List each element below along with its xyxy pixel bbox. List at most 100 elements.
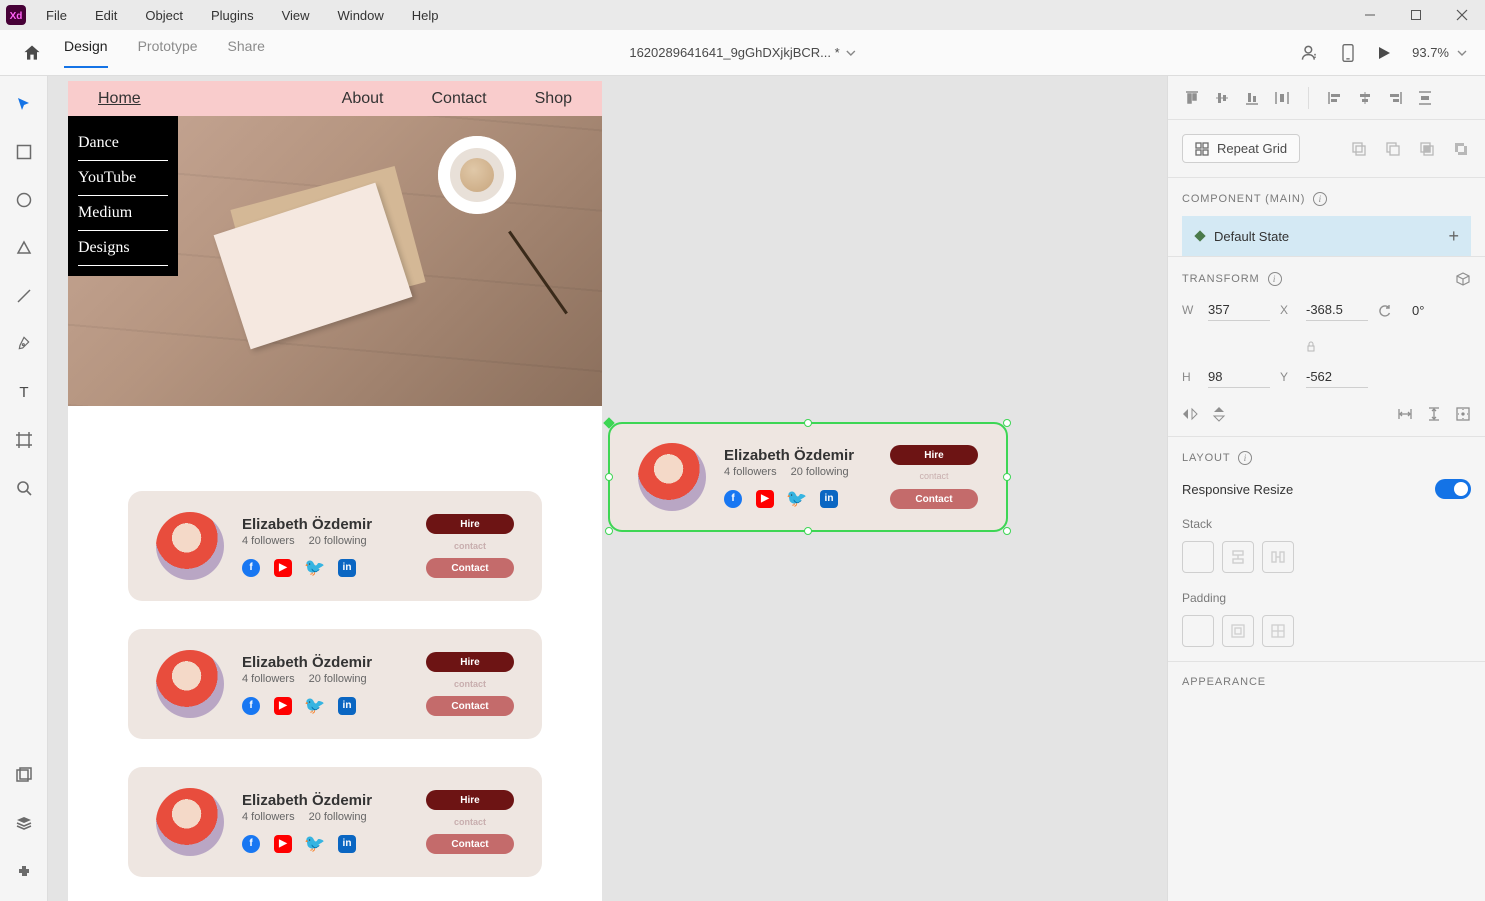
contact-button[interactable]: Contact [426,834,514,854]
artboard[interactable]: Home About Contact Shop Dance YouTube Me… [68,81,602,901]
hire-button[interactable]: Hire [890,445,978,465]
stack-vertical-button[interactable] [1222,541,1254,573]
flip-vertical-button[interactable] [1212,406,1226,422]
distribute-horizontal-button[interactable] [1415,88,1435,108]
selected-component[interactable]: Elizabeth Özdemir 4 followers20 followin… [608,422,1008,532]
align-top-button[interactable] [1182,88,1202,108]
twitter-icon[interactable]: 🐦 [306,697,324,715]
linkedin-icon[interactable]: in [820,490,838,508]
selection-handle[interactable] [1003,527,1011,535]
align-center-button[interactable] [1355,88,1375,108]
height-input[interactable] [1208,366,1270,388]
sidemenu-item[interactable]: Dance [78,126,168,161]
selection-handle[interactable] [605,473,613,481]
youtube-icon[interactable]: ▶ [274,559,292,577]
padding-enable-checkbox[interactable] [1182,615,1214,647]
sidemenu-item[interactable]: Designs [78,231,168,266]
scroll-group-button[interactable] [1455,406,1471,422]
selection-handle[interactable] [1003,473,1011,481]
mobile-preview-button[interactable] [1340,43,1356,63]
contact-button[interactable]: Contact [890,489,978,509]
select-tool[interactable] [12,92,36,116]
artboard-tool[interactable] [12,428,36,452]
youtube-icon[interactable]: ▶ [756,490,774,508]
boolean-exclude-button[interactable] [1451,139,1471,159]
polygon-tool[interactable] [12,236,36,260]
stack-horizontal-button[interactable] [1262,541,1294,573]
menu-window[interactable]: Window [338,8,384,23]
nav-home[interactable]: Home [98,90,141,108]
design-canvas[interactable]: Home About Contact Shop Dance YouTube Me… [48,76,1167,901]
nav-shop[interactable]: Shop [535,90,572,108]
window-minimize-button[interactable] [1347,0,1393,30]
component-state-row[interactable]: Default State + [1182,216,1471,256]
linkedin-icon[interactable]: in [338,835,356,853]
youtube-icon[interactable]: ▶ [274,835,292,853]
3d-transform-button[interactable] [1455,271,1471,287]
padding-same-button[interactable] [1222,615,1254,647]
window-maximize-button[interactable] [1393,0,1439,30]
nav-about[interactable]: About [342,90,384,108]
profile-card[interactable]: Elizabeth Özdemir 4 followers20 followin… [128,767,542,877]
nav-contact[interactable]: Contact [431,90,486,108]
info-icon[interactable]: i [1238,451,1252,465]
width-input[interactable] [1208,299,1270,321]
facebook-icon[interactable]: f [242,559,260,577]
window-close-button[interactable] [1439,0,1485,30]
flip-horizontal-button[interactable] [1182,407,1198,421]
hire-button[interactable]: Hire [426,652,514,672]
plugins-panel-button[interactable] [12,859,36,883]
ellipse-tool[interactable] [12,188,36,212]
align-middle-button[interactable] [1212,88,1232,108]
preview-play-button[interactable] [1376,45,1392,61]
tab-prototype[interactable]: Prototype [138,38,198,68]
align-bottom-button[interactable] [1242,88,1262,108]
sidemenu-item[interactable]: YouTube [78,161,168,196]
document-title[interactable]: 1620289641641_9gGhDXjkjBCR... * [629,45,855,60]
boolean-subtract-button[interactable] [1383,139,1403,159]
selection-handle[interactable] [605,527,613,535]
selection-handle[interactable] [603,417,614,428]
align-right-button[interactable] [1385,88,1405,108]
padding-separate-button[interactable] [1262,615,1294,647]
responsive-resize-toggle[interactable] [1435,479,1471,499]
add-state-button[interactable]: + [1448,226,1459,247]
linkedin-icon[interactable]: in [338,697,356,715]
facebook-icon[interactable]: f [242,835,260,853]
y-input[interactable] [1306,366,1368,388]
selection-handle[interactable] [804,419,812,427]
menu-object[interactable]: Object [145,8,183,23]
rectangle-tool[interactable] [12,140,36,164]
selection-handle[interactable] [804,527,812,535]
menu-plugins[interactable]: Plugins [211,8,254,23]
linkedin-icon[interactable]: in [338,559,356,577]
libraries-panel-button[interactable] [12,763,36,787]
fix-height-button[interactable] [1427,406,1441,422]
boolean-intersect-button[interactable] [1417,139,1437,159]
hire-button[interactable]: Hire [426,790,514,810]
twitter-icon[interactable]: 🐦 [306,835,324,853]
info-icon[interactable]: i [1313,192,1327,206]
menu-help[interactable]: Help [412,8,439,23]
tab-design[interactable]: Design [64,38,108,68]
lock-aspect-icon[interactable] [1182,341,1440,356]
boolean-add-button[interactable] [1349,139,1369,159]
pen-tool[interactable] [12,332,36,356]
align-left-button[interactable] [1325,88,1345,108]
invite-button[interactable] [1300,43,1320,63]
tab-share[interactable]: Share [228,38,265,68]
youtube-icon[interactable]: ▶ [274,697,292,715]
rotate-icon[interactable] [1378,303,1402,317]
profile-card[interactable]: Elizabeth Özdemir 4 followers20 followin… [128,491,542,601]
stack-enable-checkbox[interactable] [1182,541,1214,573]
zoom-tool[interactable] [12,476,36,500]
menu-file[interactable]: File [46,8,67,23]
distribute-vertical-button[interactable] [1272,88,1292,108]
layers-panel-button[interactable] [12,811,36,835]
fix-width-button[interactable] [1397,407,1413,421]
zoom-dropdown[interactable]: 93.7% [1412,45,1467,60]
facebook-icon[interactable]: f [242,697,260,715]
contact-button[interactable]: Contact [426,696,514,716]
twitter-icon[interactable]: 🐦 [788,490,806,508]
sidemenu-item[interactable]: Medium [78,196,168,231]
